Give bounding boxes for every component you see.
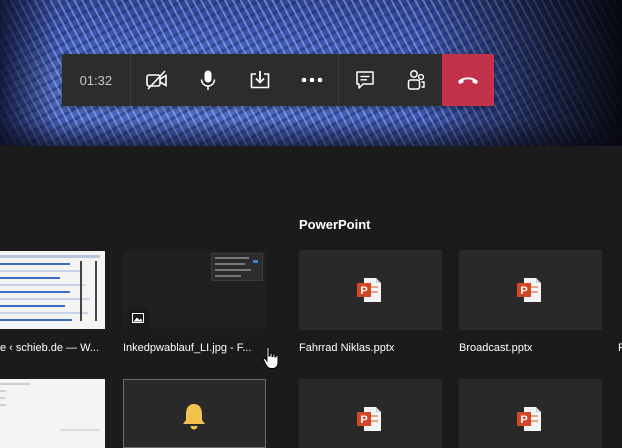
window-tile-browser[interactable] bbox=[0, 251, 105, 329]
hand-cursor-icon bbox=[262, 346, 279, 369]
file-tile-fahrrad[interactable]: P bbox=[299, 250, 442, 330]
file-tile-broadcast[interactable]: P bbox=[459, 250, 602, 330]
file-tile-row2-a[interactable]: P bbox=[299, 379, 442, 448]
chat-button[interactable] bbox=[339, 54, 391, 106]
powerpoint-file-icon: P bbox=[357, 407, 381, 431]
people-icon bbox=[408, 70, 426, 90]
camera-off-button[interactable] bbox=[131, 54, 183, 106]
chat-icon bbox=[355, 71, 374, 89]
more-icon bbox=[301, 77, 323, 83]
powerpoint-file-icon: P bbox=[517, 407, 541, 431]
powerpoint-file-icon: P bbox=[517, 278, 541, 302]
share-icon bbox=[250, 71, 270, 89]
file-label-broadcast: Broadcast.pptx bbox=[459, 342, 533, 354]
window-preview-popup bbox=[211, 253, 263, 281]
file-label-partial: P bbox=[618, 342, 622, 354]
participants-button[interactable] bbox=[391, 54, 443, 106]
window-tile-notifications[interactable] bbox=[123, 379, 266, 448]
call-timer: 01:32 bbox=[62, 54, 131, 106]
powerpoint-section-title: PowerPoint bbox=[299, 217, 371, 232]
image-app-icon bbox=[127, 307, 149, 329]
microphone-button[interactable] bbox=[182, 54, 234, 106]
video-shade-bottom bbox=[0, 120, 622, 146]
powerpoint-file-icon: P bbox=[357, 278, 381, 302]
svg-text:P: P bbox=[520, 285, 527, 297]
svg-text:P: P bbox=[360, 414, 367, 426]
file-label-fahrrad: Fahrrad Niklas.pptx bbox=[299, 342, 395, 354]
hang-up-button[interactable] bbox=[442, 54, 495, 106]
call-controls-bar: 01:32 bbox=[62, 54, 495, 106]
svg-text:P: P bbox=[520, 414, 527, 426]
window-tile-document[interactable] bbox=[0, 379, 105, 448]
window-tile-image[interactable] bbox=[123, 251, 266, 329]
more-actions-button[interactable] bbox=[286, 54, 338, 106]
bell-icon bbox=[183, 404, 205, 430]
video-off-icon bbox=[145, 70, 167, 90]
window-label-browser: e ‹ schieb.de — W... bbox=[0, 342, 100, 354]
file-tile-row2-b[interactable]: P bbox=[459, 379, 602, 448]
svg-text:P: P bbox=[360, 285, 367, 297]
phone-hangup-icon bbox=[458, 77, 479, 84]
share-tray-button[interactable] bbox=[234, 54, 286, 106]
microphone-icon bbox=[201, 70, 216, 90]
window-label-image: Inkedpwablauf_LI.jpg - F... bbox=[123, 342, 252, 354]
